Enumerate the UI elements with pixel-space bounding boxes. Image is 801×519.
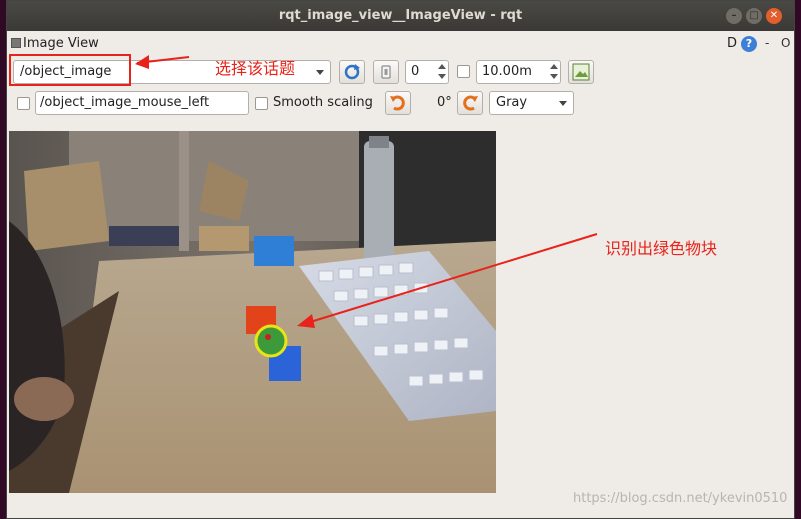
annotation-detected: 识别出绿色物块 [605,239,718,258]
annotation-select-topic: 选择该话题 [215,59,296,78]
rqt-window: rqt_image_view__ImageView - rqt – □ ✕ Im… [6,0,795,519]
annotation-arrows [135,55,598,328]
watermark: https://blog.csdn.net/ykevin0510 [573,491,788,506]
